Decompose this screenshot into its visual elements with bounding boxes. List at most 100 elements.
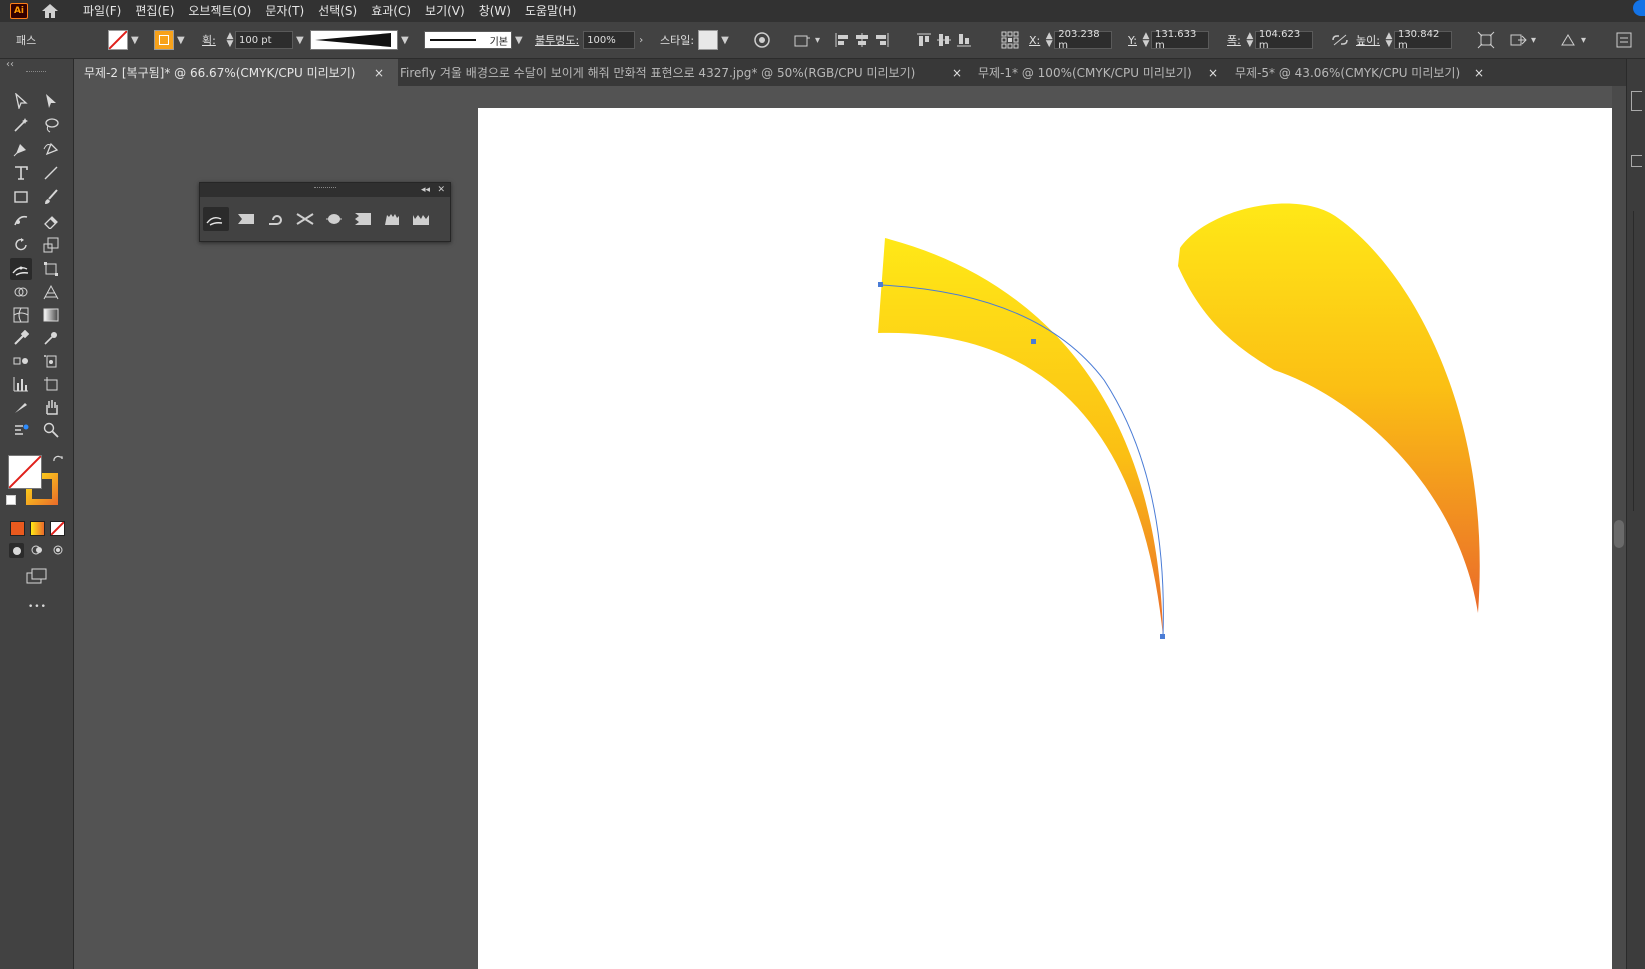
opacity-input[interactable]: 100%: [583, 31, 636, 49]
pucker-tool-icon[interactable]: [292, 207, 318, 231]
panel-collapse[interactable]: ◂◂: [421, 183, 430, 197]
align-right-icon[interactable]: [872, 30, 892, 50]
free-transform-tool-icon[interactable]: [40, 258, 62, 280]
width-input[interactable]: 104.623 m: [1254, 29, 1313, 51]
selection-tool-icon[interactable]: [10, 90, 32, 112]
warp-tool-icon[interactable]: [233, 207, 259, 231]
chevron-down-icon[interactable]: ▼: [401, 35, 409, 46]
chevron-down-icon[interactable]: ▾: [815, 35, 820, 46]
properties-panel-icon[interactable]: [1614, 30, 1634, 50]
stroke-weight-spinner[interactable]: ▲ ▼: [225, 32, 235, 49]
tab-close-icon[interactable]: ×: [374, 59, 384, 86]
gradient-mode-icon[interactable]: [30, 521, 45, 536]
chevron-down-icon[interactable]: ▼: [177, 35, 185, 46]
brush-definition[interactable]: 기본 ▼: [424, 22, 523, 58]
stroke-weight-input[interactable]: 100 pt: [235, 31, 293, 49]
slice-tool-icon[interactable]: [10, 396, 32, 418]
toolbar-grip[interactable]: [26, 71, 46, 74]
width-tool-icon[interactable]: [203, 207, 229, 231]
reference-point-icon[interactable]: [1000, 30, 1020, 50]
fill-color-box[interactable]: [8, 455, 42, 489]
chevron-down-icon[interactable]: ▼: [515, 35, 523, 46]
stroke-swatch[interactable]: [154, 30, 174, 50]
fill-swatch[interactable]: [108, 30, 128, 50]
menu-select[interactable]: 선택(S): [311, 0, 364, 22]
chevron-down-icon[interactable]: ▼: [296, 35, 304, 46]
constrain-proportions-icon[interactable]: [1330, 30, 1350, 50]
anchor-point[interactable]: [1031, 339, 1036, 344]
zoom-tool-icon[interactable]: [40, 419, 62, 441]
paintbrush-tool-icon[interactable]: [40, 186, 62, 208]
height-spinner[interactable]: ▲ ▼: [1384, 32, 1394, 49]
draw-inside-icon[interactable]: [52, 544, 64, 559]
width-tool-icon[interactable]: [10, 258, 32, 280]
menu-window[interactable]: 창(W): [472, 0, 518, 22]
curved-stroke-shape[interactable]: [878, 238, 1163, 636]
type-tool-icon[interactable]: [10, 162, 32, 184]
bloat-tool-icon[interactable]: [321, 207, 347, 231]
column-graph-tool-icon[interactable]: [10, 373, 32, 395]
scrollbar-thumb[interactable]: [1614, 520, 1624, 548]
menu-object[interactable]: 오브젝트(O): [181, 0, 258, 22]
eyedropper-tool-icon[interactable]: [40, 327, 62, 349]
menu-file[interactable]: 파일(F): [76, 0, 128, 22]
shape-builder-tool-icon[interactable]: [10, 281, 32, 303]
hand-tool-icon[interactable]: [40, 396, 62, 418]
graphic-style-swatch[interactable]: [698, 30, 719, 50]
panel-grip[interactable]: [314, 187, 336, 190]
twirl-tool-icon[interactable]: [263, 207, 289, 231]
toolbar-collapse[interactable]: ‹‹: [6, 59, 14, 70]
height-input[interactable]: 130.842 m: [1393, 29, 1452, 51]
isolate-icon[interactable]: [1508, 30, 1528, 50]
draw-behind-icon[interactable]: [31, 544, 43, 559]
anchor-point[interactable]: [1160, 634, 1165, 639]
transform-icon[interactable]: [1476, 30, 1496, 50]
align-center-icon[interactable]: [852, 30, 872, 50]
variable-width-profile[interactable]: ▼: [310, 22, 409, 58]
x-spinner[interactable]: ▲ ▼: [1044, 32, 1054, 49]
chevron-down-icon[interactable]: ▾: [1531, 35, 1536, 46]
artboard-tool-icon[interactable]: [40, 373, 62, 395]
magic-wand-tool-icon[interactable]: [10, 114, 32, 136]
panel-close-icon[interactable]: ✕: [437, 183, 445, 197]
mesh-tool-icon[interactable]: [10, 304, 32, 326]
align-bottom-icon[interactable]: [954, 30, 974, 50]
shaper-tool-icon[interactable]: [10, 210, 32, 232]
symbol-sprayer-tool-icon[interactable]: [40, 350, 62, 372]
scale-tool-icon[interactable]: [40, 234, 62, 256]
panel-header[interactable]: ◂◂ ✕: [200, 183, 450, 197]
chevron-down-icon[interactable]: ▼: [721, 35, 729, 46]
align-to-icon[interactable]: [792, 30, 812, 50]
default-fill-stroke-icon[interactable]: [6, 495, 16, 505]
menu-view[interactable]: 보기(V): [418, 0, 472, 22]
anchor-point[interactable]: [878, 282, 883, 287]
fill-control[interactable]: ▼: [108, 22, 139, 58]
screen-mode-icon[interactable]: [26, 568, 48, 587]
chevron-right-icon[interactable]: ›: [639, 35, 643, 46]
chevron-down-icon[interactable]: ▾: [1581, 35, 1586, 46]
menu-effect[interactable]: 효과(C): [364, 0, 418, 22]
wrinkle-tool-icon[interactable]: [408, 207, 434, 231]
tab-document-2[interactable]: Firefly 겨울 배경으로 수달이 보이게 해줘 만화적 표현으로 4327…: [390, 59, 1036, 86]
eraser-tool-icon[interactable]: [40, 210, 62, 232]
tab-close-icon[interactable]: ×: [1474, 59, 1484, 86]
none-mode-icon[interactable]: [50, 521, 65, 536]
swap-fill-stroke-icon[interactable]: [52, 455, 64, 470]
direct-selection-tool-icon[interactable]: [40, 90, 62, 112]
line-segment-tool-icon[interactable]: [40, 162, 62, 184]
color-mode-icon[interactable]: [10, 521, 25, 536]
crystallize-tool-icon[interactable]: [379, 207, 405, 231]
menu-type[interactable]: 문자(T): [258, 0, 311, 22]
toolbar-edit-icon[interactable]: [10, 419, 32, 441]
perspective-grid-tool-icon[interactable]: [40, 281, 62, 303]
menu-edit[interactable]: 편집(E): [128, 0, 181, 22]
eyedropper-tool-icon-alt[interactable]: [10, 327, 32, 349]
blob-stroke-shape[interactable]: [1178, 203, 1480, 614]
y-input[interactable]: 131.633 m: [1150, 29, 1209, 51]
chevron-down-icon[interactable]: ▼: [131, 35, 139, 46]
rectangle-tool-icon[interactable]: [10, 186, 32, 208]
user-badge[interactable]: [1633, 0, 1645, 16]
home-icon[interactable]: [40, 2, 60, 20]
artwork-canvas[interactable]: [478, 108, 1612, 969]
tab-document-1[interactable]: 무제-2 [복구됨]* @ 66.67%(CMYK/CPU 미리보기): [74, 59, 398, 86]
